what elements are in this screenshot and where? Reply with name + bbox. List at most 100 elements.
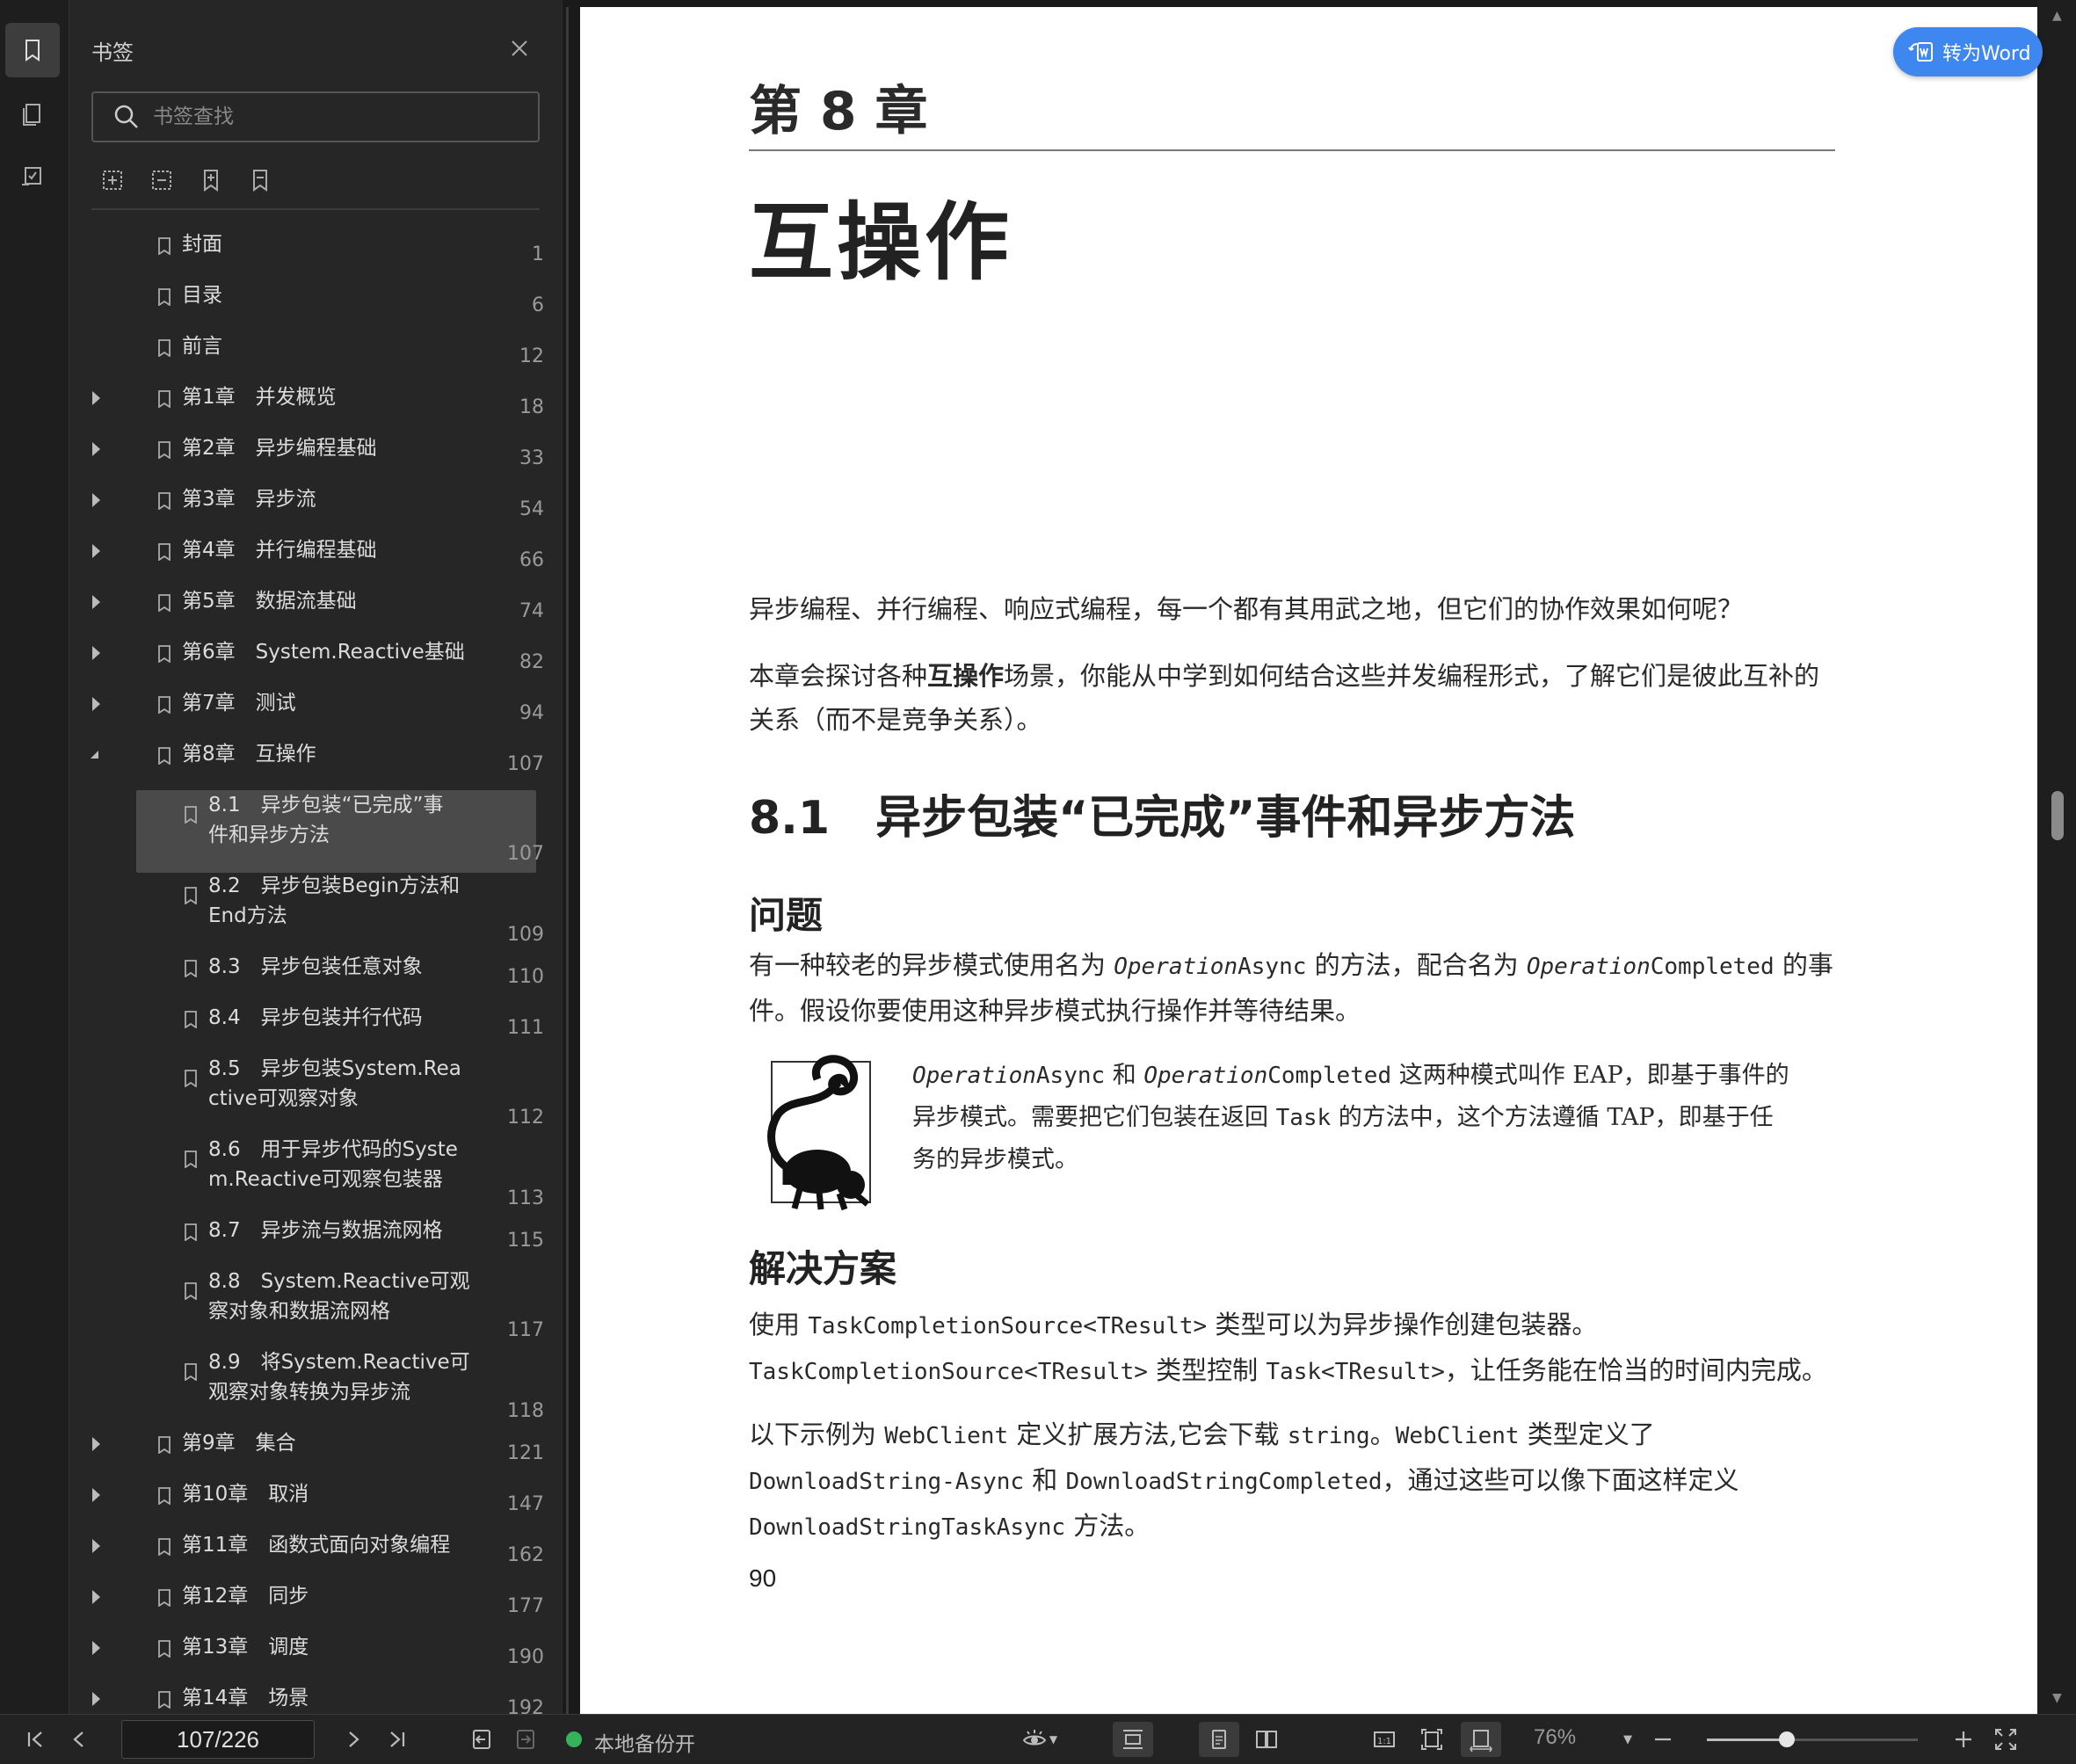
- zoom-slider[interactable]: [1707, 1731, 1918, 1747]
- annotation-panel-button[interactable]: [5, 149, 60, 204]
- bookmark-chapter-item[interactable]: 第1章 并发概览 18: [69, 386, 544, 437]
- bookmark-chapter-item[interactable]: 第12章 同步 177: [69, 1585, 544, 1636]
- zoom-dropdown-icon[interactable]: ▼: [1617, 1725, 1638, 1753]
- bookmark-panel-button[interactable]: [5, 23, 60, 77]
- bottom-toolbar: 107/226 本地备份开 ▼ 1:1 76% ▼: [0, 1714, 2076, 1764]
- bookmark-section-item[interactable]: 8.6 用于异步代码的Syste m.Reactive可观察包装器 113: [69, 1138, 544, 1219]
- bookmark-icon: [185, 887, 197, 905]
- bookmark-icon: [185, 1223, 197, 1242]
- bookmark-section-item[interactable]: 8.7 异步流与数据流网格 115: [69, 1219, 544, 1270]
- bookmark-icon: [158, 543, 171, 562]
- actual-size-button[interactable]: 1:1: [1368, 1725, 1401, 1753]
- bookmark-page-number: 66: [519, 549, 544, 571]
- collapsed-arrow-icon[interactable]: [92, 391, 100, 405]
- page-number-input[interactable]: 107/226: [121, 1720, 315, 1759]
- collapsed-arrow-icon[interactable]: [92, 493, 100, 507]
- bookmark-chapter-item[interactable]: 第5章 数据流基础 74: [69, 590, 544, 641]
- bookmark-chapter-item[interactable]: 第4章 并行编程基础 66: [69, 539, 544, 590]
- chevron-left-icon: [73, 1731, 83, 1747]
- remove-bookmark-icon[interactable]: [247, 167, 273, 193]
- collapsed-arrow-icon[interactable]: [92, 1488, 100, 1502]
- forward-button[interactable]: [512, 1725, 540, 1753]
- collapsed-arrow-icon[interactable]: [92, 1641, 100, 1655]
- zoom-in-button[interactable]: [1949, 1725, 1978, 1753]
- continuous-scroll-icon: [1123, 1730, 1143, 1749]
- collapsed-arrow-icon[interactable]: [92, 1539, 100, 1553]
- continuous-view-button[interactable]: [1113, 1722, 1153, 1757]
- backup-status-label[interactable]: 本地备份开: [594, 1727, 695, 1757]
- bookmark-label: 8.9 将System.Reactive可 观察对象转换为异步流: [208, 1351, 470, 1404]
- bookmark-chapter-item[interactable]: 第11章 函数式面向对象编程 162: [69, 1534, 544, 1585]
- annotation-icon: [22, 167, 41, 185]
- first-page-button[interactable]: [21, 1725, 49, 1753]
- bookmark-chapter-item[interactable]: 前言 12: [69, 335, 544, 386]
- bookmark-section-item[interactable]: 8.3 异步包装任意对象 110: [69, 955, 544, 1006]
- collapsed-arrow-icon[interactable]: [92, 1692, 100, 1706]
- forward-arrow-icon: [517, 1730, 534, 1749]
- bookmark-section-item[interactable]: 8.9 将System.Reactive可 观察对象转换为异步流 118: [69, 1351, 544, 1432]
- bookmark-toolbar: [99, 167, 273, 193]
- bookmark-chapter-item[interactable]: 第14章 场景 192: [69, 1687, 544, 1714]
- single-page-button[interactable]: [1199, 1722, 1239, 1757]
- collapsed-arrow-icon[interactable]: [92, 544, 100, 558]
- collapse-all-icon[interactable]: [149, 167, 175, 193]
- double-page-button[interactable]: [1246, 1725, 1287, 1753]
- bookmark-icon: [158, 237, 171, 256]
- add-bookmark-icon[interactable]: [198, 167, 224, 193]
- bookmark-chapter-item[interactable]: 第10章 取消 147: [69, 1483, 544, 1534]
- zoom-level[interactable]: 76%: [1534, 1725, 1576, 1750]
- bookmark-chapter-item[interactable]: 第9章 集合 121: [69, 1432, 544, 1483]
- bookmark-chapter-item[interactable]: 第2章 异步编程基础 33: [69, 437, 544, 488]
- collapsed-arrow-icon[interactable]: [92, 1590, 100, 1604]
- bookmark-chapter-item[interactable]: 第3章 异步流 54: [69, 488, 544, 539]
- zoom-out-button[interactable]: [1649, 1725, 1677, 1753]
- fit-page-button[interactable]: [1415, 1725, 1448, 1753]
- bookmark-chapter-item[interactable]: 第8章 互操作 107: [69, 743, 544, 794]
- bookmark-search-input[interactable]: [151, 105, 524, 129]
- expand-all-icon[interactable]: [99, 167, 126, 193]
- bookmark-section-item[interactable]: 8.8 System.Reactive可观 察对象和数据流网格 117: [69, 1270, 544, 1351]
- thumbnail-panel-button[interactable]: [5, 86, 60, 141]
- zoom-slider-handle[interactable]: [1779, 1731, 1796, 1747]
- intro-paragraph-2: 本章会探讨各种互操作场景，你能从中学到如何结合这些并发编程形式，了解它们是彼此互…: [749, 661, 1820, 735]
- bookmark-panel: 书签 封面 1 目录 6 前言 12 第1章 并发概览 18 第2章 异步编程基础 33 第3章 异…: [69, 0, 627, 1714]
- bookmark-icon: [158, 594, 171, 613]
- problem-heading: 问题: [749, 894, 824, 937]
- collapsed-arrow-icon[interactable]: [92, 646, 100, 660]
- collapsed-arrow-icon[interactable]: [92, 595, 100, 609]
- collapsed-arrow-icon[interactable]: [92, 1437, 100, 1451]
- last-page-button[interactable]: [383, 1725, 411, 1753]
- solution-heading: 解决方案: [749, 1247, 897, 1290]
- solution-paragraph-2: 以下示例为 WebClient 定义扩展方法,它会下载 string。WebCl…: [749, 1419, 1739, 1541]
- fit-width-button[interactable]: [1461, 1722, 1501, 1757]
- bookmark-section-item[interactable]: 8.4 异步包装并行代码 111: [69, 1006, 544, 1057]
- close-icon[interactable]: [506, 35, 533, 62]
- word-convert-icon: [1908, 42, 1933, 62]
- bookmark-section-item[interactable]: 8.1 异步包装“已完成”事 件和异步方法 107: [69, 790, 544, 875]
- scroll-down-arrow-icon[interactable]: ▼: [2052, 1691, 2062, 1705]
- next-page-button[interactable]: [339, 1725, 367, 1753]
- bookmark-chapter-item[interactable]: 第6章 System.Reactive基础 82: [69, 641, 544, 692]
- panel-divider[interactable]: [563, 0, 580, 1714]
- previous-page-button[interactable]: [65, 1725, 93, 1753]
- scroll-up-arrow-icon[interactable]: ▲: [2052, 9, 2062, 23]
- document-scrollbar-thumb[interactable]: [2051, 791, 2064, 840]
- bookmark-section-item[interactable]: 8.5 异步包装System.Rea ctive可观察对象 112: [69, 1057, 544, 1138]
- bookmark-chapter-item[interactable]: 第13章 调度 190: [69, 1636, 544, 1687]
- fullscreen-button[interactable]: [1992, 1725, 2020, 1753]
- left-icon-rail: [0, 0, 69, 1714]
- bookmark-icon: [25, 40, 40, 62]
- collapsed-arrow-icon[interactable]: [92, 697, 100, 711]
- bookmark-page-number: 82: [519, 651, 544, 673]
- collapsed-arrow-icon[interactable]: [92, 442, 100, 456]
- bookmark-chapter-item[interactable]: 封面 1: [69, 233, 544, 284]
- back-button[interactable]: [468, 1725, 496, 1753]
- bookmark-section-item[interactable]: 8.2 异步包装Begin方法和 End方法 109: [69, 875, 544, 955]
- bookmark-chapter-item[interactable]: 目录 6: [69, 284, 544, 335]
- expanded-arrow-icon[interactable]: [91, 751, 98, 759]
- bookmark-chapter-item[interactable]: 第7章 测试 94: [69, 692, 544, 743]
- bookmark-label: 第13章 调度: [182, 1636, 309, 1659]
- convert-to-word-button[interactable]: 转为Word: [1893, 27, 2043, 76]
- double-page-icon: [1256, 1731, 1277, 1748]
- eye-protection-button[interactable]: ▼: [1018, 1725, 1062, 1753]
